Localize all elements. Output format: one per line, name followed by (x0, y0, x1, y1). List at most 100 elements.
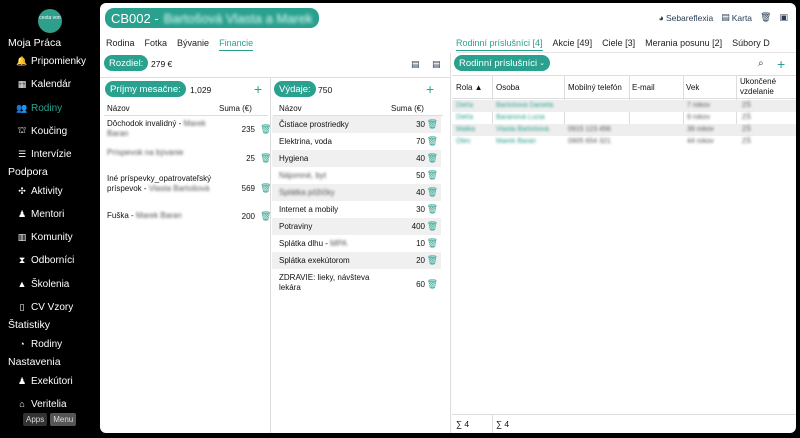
divider (104, 115, 268, 116)
expense-name: Čistiace prostriedky (279, 120, 349, 129)
expense-amount: 20 (416, 256, 425, 265)
sidebar-item-exekutori[interactable]: ♟ Exekútori (17, 373, 73, 389)
sidebar-item-komunity[interactable]: ▥ Komunity (17, 229, 73, 245)
tab-merania-posunu[interactable]: Merania posunu [2] (645, 38, 722, 51)
footer-sum-osoba: ∑ 4 (496, 419, 510, 429)
member-osoba: Baranová Lucia (496, 114, 545, 121)
expense-name: Splátka dlhu - MPA (279, 239, 347, 248)
expense-row: Hygiena 40 🗑 (272, 150, 441, 167)
sidebar-item-label: Veritelia (31, 398, 67, 410)
expense-name: Potraviny (279, 222, 313, 231)
add-member-button[interactable]: + (777, 57, 785, 71)
brain-icon: ◕ (658, 12, 664, 23)
col-rola[interactable]: Rola ▲ (456, 83, 483, 92)
sidebar-item-pripomienky[interactable]: 🔔 Pripomienky (16, 53, 86, 69)
member-row[interactable]: Otec Marek Baran 0905 654 321 44 rokov ZŠ (452, 136, 796, 148)
sidebar-item-rodiny[interactable]: 👥 Rodiny (16, 100, 62, 116)
sidebar-item-label: Rodiny (31, 338, 63, 350)
tab-fotka[interactable]: Fotka (145, 38, 168, 51)
calendar-icon: ▦ (17, 78, 27, 89)
expense-amount: 60 (416, 280, 425, 289)
delete-icon[interactable]: 🗑 (427, 153, 438, 164)
save-icon[interactable]: ▣ (779, 12, 788, 23)
delete-icon[interactable]: 🗑 (427, 255, 438, 266)
member-vzdelanie: ZŠ (742, 114, 751, 121)
sidebar-item-odbornici[interactable]: ⧗ Odborníci (17, 252, 75, 268)
income-col-sum: Suma (€) (219, 104, 252, 113)
delete-icon[interactable]: 🗑 (260, 211, 271, 222)
col-vzdelanie[interactable]: Ukončené vzdelanie (740, 77, 792, 97)
expense-amount: 10 (416, 239, 425, 248)
sidebar-item-koucing[interactable]: ⛫ Koučing (17, 123, 67, 139)
divider (450, 53, 451, 433)
tab-rodina[interactable]: Rodina (106, 38, 135, 51)
main-panel: CB002 - Bartošová Vlasta a Marek ◕ Sebare… (100, 3, 796, 433)
tab-akcie[interactable]: Akcie [49] (553, 38, 593, 51)
income-amount: 235 (241, 125, 255, 134)
right-tabs: Rodinní príslušníci [4] Akcie [49] Ciele… (456, 38, 770, 51)
tab-rodinni-prislusnici[interactable]: Rodinní príslušníci [4] (456, 38, 543, 51)
add-income-button[interactable]: + (254, 82, 262, 96)
sidebar-item-skolenia[interactable]: ▲ Školenia (17, 276, 70, 292)
member-row[interactable]: Matka Vlasta Bartošová 0915 123 456 39 roko… (452, 124, 796, 136)
sidebar-item-kalendar[interactable]: ▦ Kalendár (17, 76, 71, 92)
member-vek: 39 rokov (687, 126, 714, 133)
divider (452, 414, 796, 415)
sidebar-item-veritelia[interactable]: ⌂ Veritelia (17, 396, 67, 412)
delete-icon[interactable]: 🗑 (427, 238, 438, 249)
add-expense-button[interactable]: + (426, 82, 434, 96)
member-rola: Matka (456, 126, 476, 133)
tab-ciele[interactable]: Ciele [3] (602, 38, 635, 51)
member-row[interactable]: Dieťa Bartošová Daniela 7 rokov ZŠ (452, 100, 796, 112)
apps-button[interactable]: Apps (23, 413, 48, 426)
search-icon[interactable]: ⌕ (758, 58, 764, 69)
col-osoba[interactable]: Osoba (496, 83, 520, 92)
sidebar-item-label: Odborníci (31, 254, 75, 266)
sebareflexia-button[interactable]: ◕ Sebareflexia (659, 13, 714, 23)
karta-button[interactable]: ▤ Karta (721, 12, 752, 23)
excel-export-icon[interactable]: ▤ (432, 59, 441, 70)
member-phone: 0905 654 321 (568, 138, 611, 145)
expenses-col-sum: Suma (€) (391, 104, 424, 113)
delete-icon[interactable]: 🗑 (427, 279, 438, 290)
col-mobil[interactable]: Mobilný telefón (568, 83, 622, 92)
delete-icon[interactable]: 🗑 (427, 187, 438, 198)
expense-row: Potraviny 400 🗑 (272, 218, 441, 235)
delete-icon[interactable]: 🗑 (427, 204, 438, 215)
member-rola: Otec (456, 138, 471, 145)
delete-icon[interactable]: 🗑 (760, 12, 771, 23)
sidebar-item-mentori[interactable]: ♟ Mentori (17, 206, 64, 222)
users-icon: 👥 (16, 102, 28, 113)
members-label[interactable]: Rodinní príslušníci ⌄ (454, 55, 551, 71)
member-osoba: Marek Baran (496, 138, 537, 145)
member-vzdelanie: ZŠ (742, 126, 751, 133)
sidebar-item-cv-vzory[interactable]: ▯ CV Vzory (17, 299, 74, 315)
delete-icon[interactable]: 🗑 (260, 153, 271, 164)
sidebar-item-label: Intervízie (31, 148, 72, 160)
delete-icon[interactable]: 🗑 (427, 221, 438, 232)
sidebar-item-stat-rodiny[interactable]: ◔ Rodiny (17, 336, 62, 352)
col-email[interactable]: E-mail (632, 83, 655, 92)
expenses-col-name: Názov (279, 104, 302, 113)
sidebar-item-aktivity[interactable]: ✣ Aktivity (17, 183, 62, 199)
tab-byvanie[interactable]: Bývanie (177, 38, 209, 51)
delete-icon[interactable]: 🗑 (427, 136, 438, 147)
pdf-export-icon[interactable]: ▤ (411, 59, 420, 70)
menu-button[interactable]: Menu (50, 413, 77, 426)
delete-icon[interactable]: 🗑 (260, 183, 271, 194)
sidebar-item-label: Koučing (31, 125, 68, 137)
tab-financie[interactable]: Financie (219, 38, 254, 51)
col-vek[interactable]: Vek (686, 83, 699, 92)
delete-icon[interactable]: 🗑 (260, 124, 271, 135)
tab-subory[interactable]: Súbory D (732, 38, 770, 51)
member-row[interactable]: Dieťa Baranová Lucia 9 rokov ZŠ (452, 112, 796, 124)
sidebar-item-intervizie[interactable]: ☰ Intervízie (17, 146, 72, 162)
member-rola: Dieťa (456, 114, 474, 121)
delete-icon[interactable]: 🗑 (427, 170, 438, 181)
expense-amount: 30 (416, 120, 425, 129)
app-root: cesta von Moja Práca 🔔 Pripomienky ▦ Kalen… (0, 0, 800, 438)
income-row: Dôchodok invalidný - Marek Baran 235 🗑 (107, 119, 271, 143)
delete-icon[interactable]: 🗑 (427, 119, 438, 130)
income-row: Iné príspevky_opatrovateľský príspevok -… (107, 174, 271, 206)
expense-row: Internet a mobily 30 🗑 (272, 201, 441, 218)
